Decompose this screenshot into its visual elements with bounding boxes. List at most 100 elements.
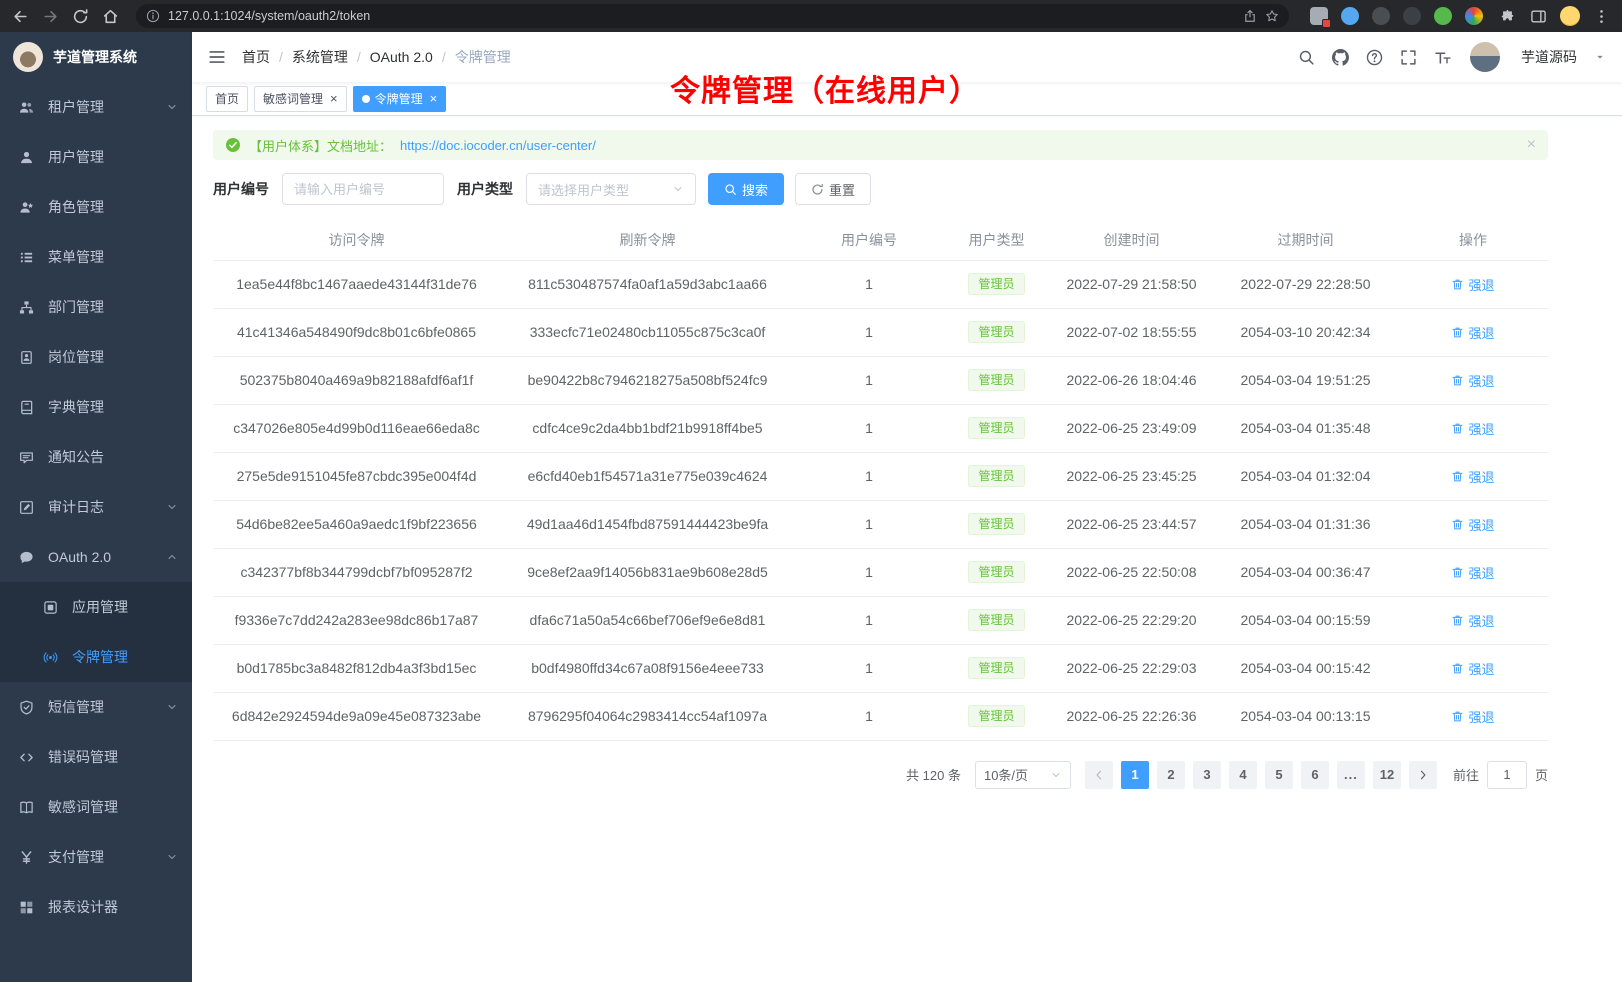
home-icon[interactable] bbox=[102, 8, 119, 25]
table-row: 1ea5e44f8bc1467aaede43144f31de76811c5304… bbox=[213, 260, 1548, 308]
breadcrumb-item-oauth2[interactable]: OAuth 2.0 bbox=[370, 49, 433, 65]
page-button-2[interactable]: 2 bbox=[1157, 761, 1185, 789]
help-icon[interactable] bbox=[1366, 49, 1383, 66]
user-caret-down-icon[interactable] bbox=[1594, 51, 1606, 63]
search-icon[interactable] bbox=[1298, 49, 1315, 66]
address-bar[interactable]: 127.0.0.1:1024/system/oauth2/token bbox=[136, 4, 1289, 28]
sidebar-item-oauth2[interactable]: OAuth 2.0 bbox=[0, 532, 192, 582]
cell-refresh-token: 333ecfc71e02480cb11055c875c3ca0f bbox=[500, 308, 795, 356]
page-size-select[interactable]: 10条/页 bbox=[975, 761, 1071, 789]
force-logout-button[interactable]: 强退 bbox=[1451, 467, 1494, 486]
user-name[interactable]: 芋道源码 bbox=[1521, 47, 1577, 67]
sidebar-item-role[interactable]: 角色管理 bbox=[0, 182, 192, 232]
alert-close-icon[interactable]: × bbox=[1527, 137, 1536, 153]
search-button-icon bbox=[724, 183, 737, 196]
app-logo[interactable]: 芋道管理系统 bbox=[0, 32, 192, 82]
force-logout-button[interactable]: 强退 bbox=[1451, 323, 1494, 342]
force-logout-button[interactable]: 强退 bbox=[1451, 275, 1494, 294]
sidebar-item-sms[interactable]: 短信管理 bbox=[0, 682, 192, 732]
sidebar-item-oauth2-token[interactable]: 令牌管理 bbox=[0, 632, 192, 682]
reset-button[interactable]: 重置 bbox=[795, 173, 871, 205]
sidebar-item-audit[interactable]: 审计日志 bbox=[0, 482, 192, 532]
user-type-select[interactable]: 请选择用户类型 bbox=[526, 173, 696, 205]
bookmark-star-icon[interactable] bbox=[1265, 9, 1279, 23]
share-icon[interactable] bbox=[1243, 9, 1257, 23]
sidebar-item-tenant[interactable]: 租户管理 bbox=[0, 82, 192, 132]
site-info-icon[interactable] bbox=[146, 9, 160, 23]
pagination-more-button[interactable]: ... bbox=[1337, 761, 1365, 789]
sidebar-item-post[interactable]: 岗位管理 bbox=[0, 332, 192, 382]
force-logout-button[interactable]: 强退 bbox=[1451, 515, 1494, 534]
browser-menu-icon[interactable] bbox=[1593, 8, 1610, 25]
font-size-icon[interactable] bbox=[1434, 49, 1451, 66]
cell-action: 强退 bbox=[1398, 692, 1548, 740]
sidebar-item-oauth2-app[interactable]: 应用管理 bbox=[0, 582, 192, 632]
tab-token[interactable]: 令牌管理× bbox=[353, 86, 447, 112]
extension-badged-icon[interactable] bbox=[1310, 7, 1328, 25]
cell-user-id: 1 bbox=[795, 356, 943, 404]
force-logout-button[interactable]: 强退 bbox=[1451, 659, 1494, 678]
user-avatar[interactable] bbox=[1470, 42, 1500, 72]
browser-profile-avatar[interactable] bbox=[1560, 6, 1580, 26]
sidebar-item-dept[interactable]: 部门管理 bbox=[0, 282, 192, 332]
side-panel-icon[interactable] bbox=[1530, 8, 1547, 25]
cell-access-token: f9336e7c7dd242a283ee98dc86b17a87 bbox=[213, 596, 500, 644]
breadcrumb-separator: / bbox=[279, 49, 283, 65]
breadcrumb-item-system[interactable]: 系统管理 bbox=[292, 47, 348, 67]
fullscreen-icon[interactable] bbox=[1400, 49, 1417, 66]
user-type-tag: 管理员 bbox=[968, 321, 1024, 343]
github-icon[interactable] bbox=[1332, 49, 1349, 66]
extension-dark-2-icon[interactable] bbox=[1403, 7, 1421, 25]
tab-close-icon[interactable]: × bbox=[330, 92, 338, 105]
reload-icon[interactable] bbox=[72, 8, 89, 25]
sidebar-item-errcode[interactable]: 错误码管理 bbox=[0, 732, 192, 782]
sidebar-item-label: 菜单管理 bbox=[48, 247, 104, 267]
alert-doc-link[interactable]: https://doc.iocoder.cn/user-center/ bbox=[400, 138, 596, 153]
user-id-input[interactable] bbox=[282, 173, 444, 205]
next-page-button[interactable] bbox=[1409, 761, 1437, 789]
page-button-1[interactable]: 1 bbox=[1121, 761, 1149, 789]
extension-green-icon[interactable] bbox=[1434, 7, 1452, 25]
tab-close-icon[interactable]: × bbox=[430, 92, 438, 105]
sidebar-item-pay[interactable]: 支付管理 bbox=[0, 832, 192, 882]
browser-toolbar: 127.0.0.1:1024/system/oauth2/token bbox=[0, 0, 1622, 32]
sidebar-item-dict[interactable]: 字典管理 bbox=[0, 382, 192, 432]
prev-page-button[interactable] bbox=[1085, 761, 1113, 789]
sidebar-item-user[interactable]: 用户管理 bbox=[0, 132, 192, 182]
sidebar-item-notice[interactable]: 通知公告 bbox=[0, 432, 192, 482]
extension-dark-1-icon[interactable] bbox=[1372, 7, 1390, 25]
extension-blue-icon[interactable] bbox=[1341, 7, 1359, 25]
cell-access-token: c347026e805e4d99b0d116eae66eda8c bbox=[213, 404, 500, 452]
force-logout-button[interactable]: 强退 bbox=[1451, 563, 1494, 582]
page-button-5[interactable]: 5 bbox=[1265, 761, 1293, 789]
sidebar-item-report[interactable]: 报表设计器 bbox=[0, 882, 192, 932]
extension-rainbow-icon[interactable] bbox=[1465, 7, 1483, 25]
forward-icon[interactable] bbox=[42, 8, 59, 25]
force-logout-button[interactable]: 强退 bbox=[1451, 707, 1494, 726]
cell-create-time: 2022-06-26 18:04:46 bbox=[1050, 356, 1213, 404]
sidebar-toggle-icon[interactable] bbox=[208, 48, 226, 66]
refresh-icon bbox=[811, 183, 824, 196]
cell-user-id: 1 bbox=[795, 308, 943, 356]
force-logout-button[interactable]: 强退 bbox=[1451, 611, 1494, 630]
page-button-12[interactable]: 12 bbox=[1373, 761, 1401, 789]
force-logout-button[interactable]: 强退 bbox=[1451, 419, 1494, 438]
sidebar-item-menu[interactable]: 菜单管理 bbox=[0, 232, 192, 282]
breadcrumb-item-home[interactable]: 首页 bbox=[242, 47, 270, 67]
page-button-3[interactable]: 3 bbox=[1193, 761, 1221, 789]
token-table: 访问令牌刷新令牌用户编号用户类型创建时间过期时间操作 1ea5e44f8bc14… bbox=[213, 220, 1548, 741]
tab-home[interactable]: 首页 bbox=[206, 86, 248, 112]
search-button[interactable]: 搜索 bbox=[708, 173, 784, 205]
force-logout-button[interactable]: 强退 bbox=[1451, 371, 1494, 390]
app-frame: 芋道管理系统 租户管理用户管理角色管理菜单管理部门管理岗位管理字典管理通知公告审… bbox=[0, 32, 1622, 982]
sidebar-item-sensitive[interactable]: 敏感词管理 bbox=[0, 782, 192, 832]
page-button-4[interactable]: 4 bbox=[1229, 761, 1257, 789]
page-button-6[interactable]: 6 bbox=[1301, 761, 1329, 789]
goto-page-input[interactable] bbox=[1487, 761, 1527, 789]
extensions-puzzle-icon[interactable] bbox=[1500, 8, 1517, 25]
back-icon[interactable] bbox=[12, 8, 29, 25]
tab-sensitive[interactable]: 敏感词管理× bbox=[254, 86, 347, 112]
sidebar-item-label: 令牌管理 bbox=[72, 647, 128, 667]
cell-user-id: 1 bbox=[795, 452, 943, 500]
cell-user-id: 1 bbox=[795, 692, 943, 740]
